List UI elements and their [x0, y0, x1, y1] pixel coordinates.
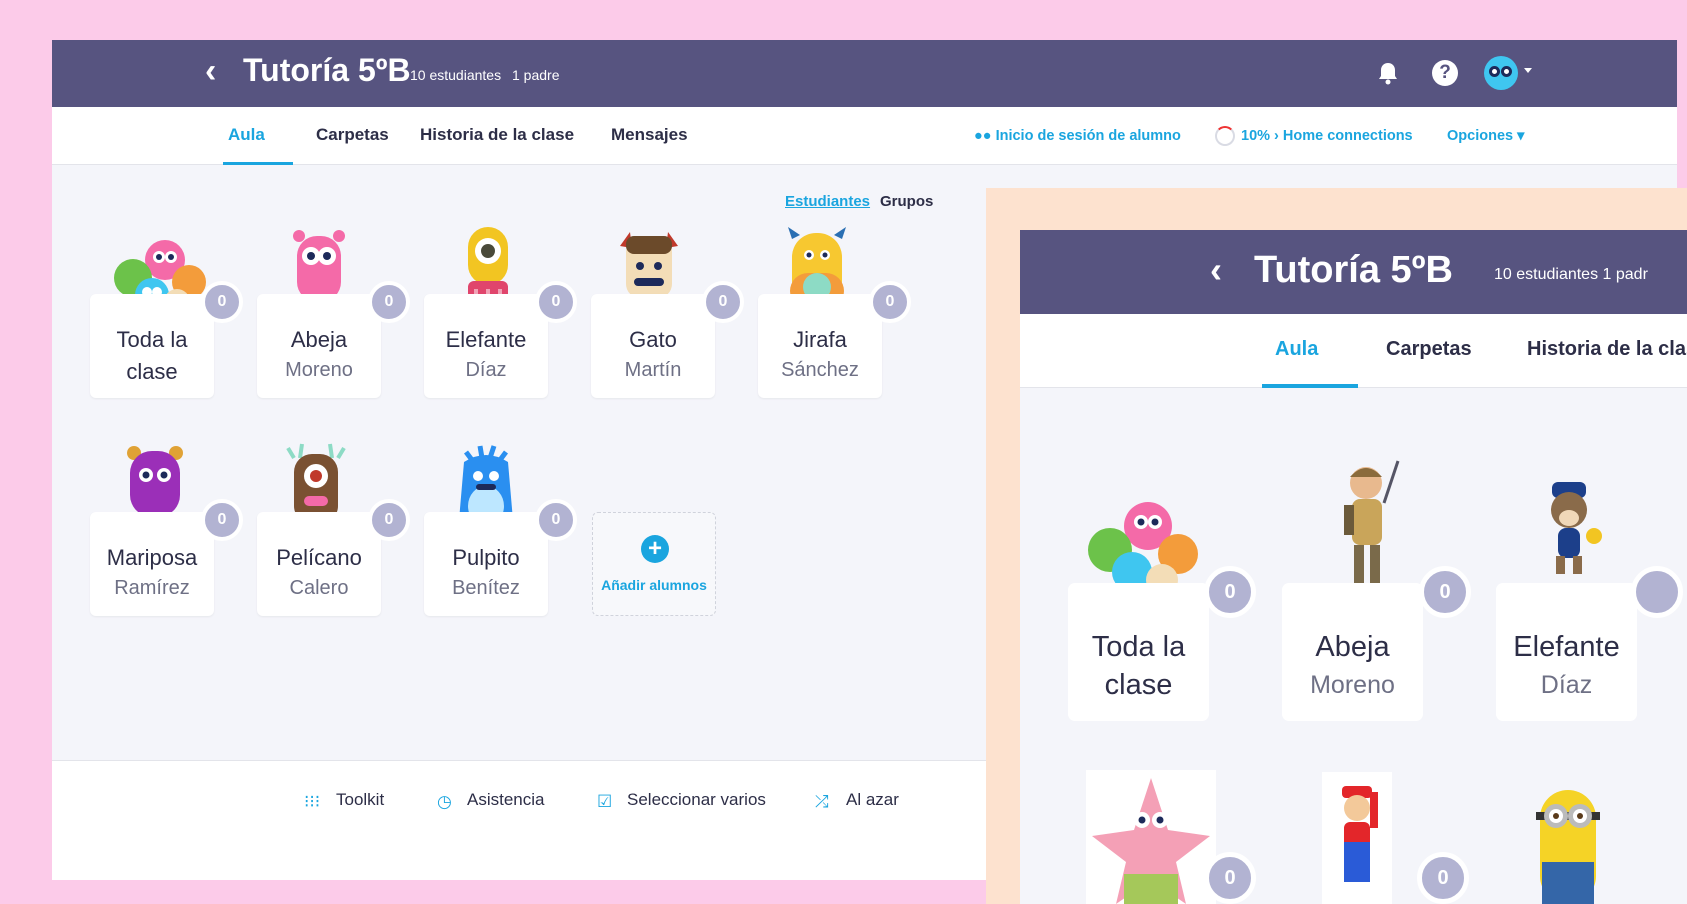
points-badge: 0 [1417, 852, 1469, 904]
top-header: ‹ Tutoría 5ºB 10 estudiantes 1 padre ? [52, 40, 1677, 107]
student-first-name: Elefante [445, 327, 527, 352]
add-students-label: Añadir alumnos [601, 577, 707, 593]
whole-class-label-1: Toda la [116, 327, 188, 352]
student-last-name: Díaz [1540, 671, 1593, 699]
parents-count[interactable]: 1 padre [512, 67, 559, 83]
students-count[interactable]: 10 estudiantes [410, 67, 501, 83]
tab-aula[interactable]: Aula [228, 125, 265, 145]
clock-icon: ◷ [437, 792, 452, 811]
student-card[interactable]: Abeja Moreno [1282, 583, 1423, 721]
points-badge: 0 [368, 499, 410, 541]
whole-class-label-1: Toda la [1091, 631, 1186, 663]
student-last-name: Martín [624, 359, 682, 381]
class-title-zoomed: Tutoría 5ºB [1254, 249, 1453, 291]
points-badge: 0 [1204, 566, 1256, 618]
tab-historia[interactable]: Historia de la clase [420, 125, 574, 145]
avatar[interactable] [1484, 56, 1518, 90]
checkbox-icon: ☑ [597, 792, 613, 811]
minion-character-icon [1528, 776, 1608, 904]
classroom-window-zoomed: ‹ Tutoría 5ºB 10 estudiantes 1 padr Aula… [1020, 230, 1687, 904]
starfish-character-icon [1086, 770, 1216, 904]
student-first-name: Gato [629, 327, 677, 352]
back-arrow-icon[interactable]: ‹ [1210, 249, 1222, 291]
back-arrow-icon[interactable]: ‹ [205, 52, 216, 91]
whole-class-label-2: clase [126, 359, 178, 384]
points-badge: 0 [201, 281, 243, 323]
view-groups-toggle[interactable]: Grupos [880, 193, 933, 210]
student-last-name: Moreno [285, 359, 353, 381]
zoomed-panel: ‹ Tutoría 5ºB 10 estudiantes 1 padr Aula… [986, 188, 1687, 904]
points-badge: 0 [535, 281, 577, 323]
student-card[interactable]: Pulpito Benítez [424, 512, 548, 616]
whole-class-card[interactable]: Toda la clase [90, 294, 214, 398]
points-badge: 0 [702, 281, 744, 323]
top-header-zoomed: ‹ Tutoría 5ºB 10 estudiantes 1 padr [1020, 230, 1687, 314]
points-badge: 0 [1419, 566, 1471, 618]
student-card[interactable]: Jirafa Sánchez [758, 294, 882, 398]
student-first-name: Jirafa [793, 327, 847, 352]
active-tab-indicator [223, 162, 293, 165]
options-menu[interactable]: Opciones ▾ [1447, 128, 1524, 144]
points-badge [1631, 566, 1683, 618]
chevron-down-icon[interactable] [1524, 68, 1532, 73]
bell-icon[interactable] [1372, 57, 1404, 89]
grid-icon: ⁝⁝⁝ [304, 792, 321, 811]
student-card[interactable]: Mariposa Ramírez [90, 512, 214, 616]
student-first-name: Abeja [1315, 631, 1390, 663]
class-nav: Aula Carpetas Historia de la clase Mensa… [52, 107, 1677, 165]
points-badge: 0 [368, 281, 410, 323]
add-students-button[interactable]: + Añadir alumnos [592, 512, 716, 616]
student-last-name: Díaz [465, 359, 507, 381]
points-badge: 0 [201, 499, 243, 541]
group-icon: ●● [974, 128, 992, 144]
student-card[interactable]: Elefante Díaz [424, 294, 548, 398]
tab-historia[interactable]: Historia de la clase [1527, 338, 1687, 361]
view-students-toggle[interactable]: Estudiantes [785, 193, 870, 210]
student-first-name: Elefante [1513, 631, 1620, 663]
tab-aula[interactable]: Aula [1275, 338, 1318, 361]
home-connections-link[interactable]: 10% › Home connections [1241, 128, 1413, 144]
student-last-name: Sánchez [781, 359, 859, 381]
points-badge: 0 [1204, 852, 1256, 904]
tab-carpetas[interactable]: Carpetas [1386, 338, 1472, 361]
student-last-name: Calero [289, 577, 349, 599]
student-last-name: Ramírez [114, 577, 190, 599]
student-first-name: Mariposa [106, 545, 198, 570]
explorer-character-icon [1328, 455, 1408, 600]
shuffle-icon: ⤮ [815, 792, 829, 811]
toolkit-button[interactable]: Toolkit [336, 790, 384, 810]
student-card[interactable]: Abeja Moreno [257, 294, 381, 398]
plumber-character-icon [1322, 772, 1392, 904]
student-first-name: Pelícano [276, 545, 362, 570]
student-card[interactable]: Elefante Díaz [1496, 583, 1637, 721]
tab-mensajes[interactable]: Mensajes [611, 125, 688, 145]
progress-ring-icon [1215, 126, 1235, 146]
help-icon[interactable]: ? [1432, 60, 1458, 86]
class-meta-zoomed: 10 estudiantes 1 padr [1494, 266, 1648, 283]
class-nav-zoomed: Aula Carpetas Historia de la clase [1020, 314, 1687, 388]
student-first-name: Abeja [290, 327, 348, 352]
tab-carpetas[interactable]: Carpetas [316, 125, 389, 145]
whole-class-label-2: clase [1104, 669, 1173, 701]
class-title: Tutoría 5ºB [243, 52, 411, 88]
attendance-button[interactable]: Asistencia [467, 790, 544, 810]
student-first-name: Pulpito [452, 545, 520, 570]
select-multiple-button[interactable]: Seleccionar varios [627, 790, 766, 810]
student-last-name: Moreno [1310, 671, 1395, 699]
active-tab-indicator [1262, 384, 1358, 388]
student-card[interactable]: Pelícano Calero [257, 512, 381, 616]
points-badge: 0 [869, 281, 911, 323]
random-button[interactable]: Al azar [846, 790, 899, 810]
whole-class-card[interactable]: Toda la clase [1068, 583, 1209, 721]
student-card[interactable]: Gato Martín [591, 294, 715, 398]
student-login-link[interactable]: ●● Inicio de sesión de alumno [974, 128, 1181, 144]
police-dog-character-icon [1534, 478, 1604, 583]
plus-icon: + [641, 535, 669, 563]
points-badge: 0 [535, 499, 577, 541]
student-last-name: Benítez [452, 577, 520, 599]
